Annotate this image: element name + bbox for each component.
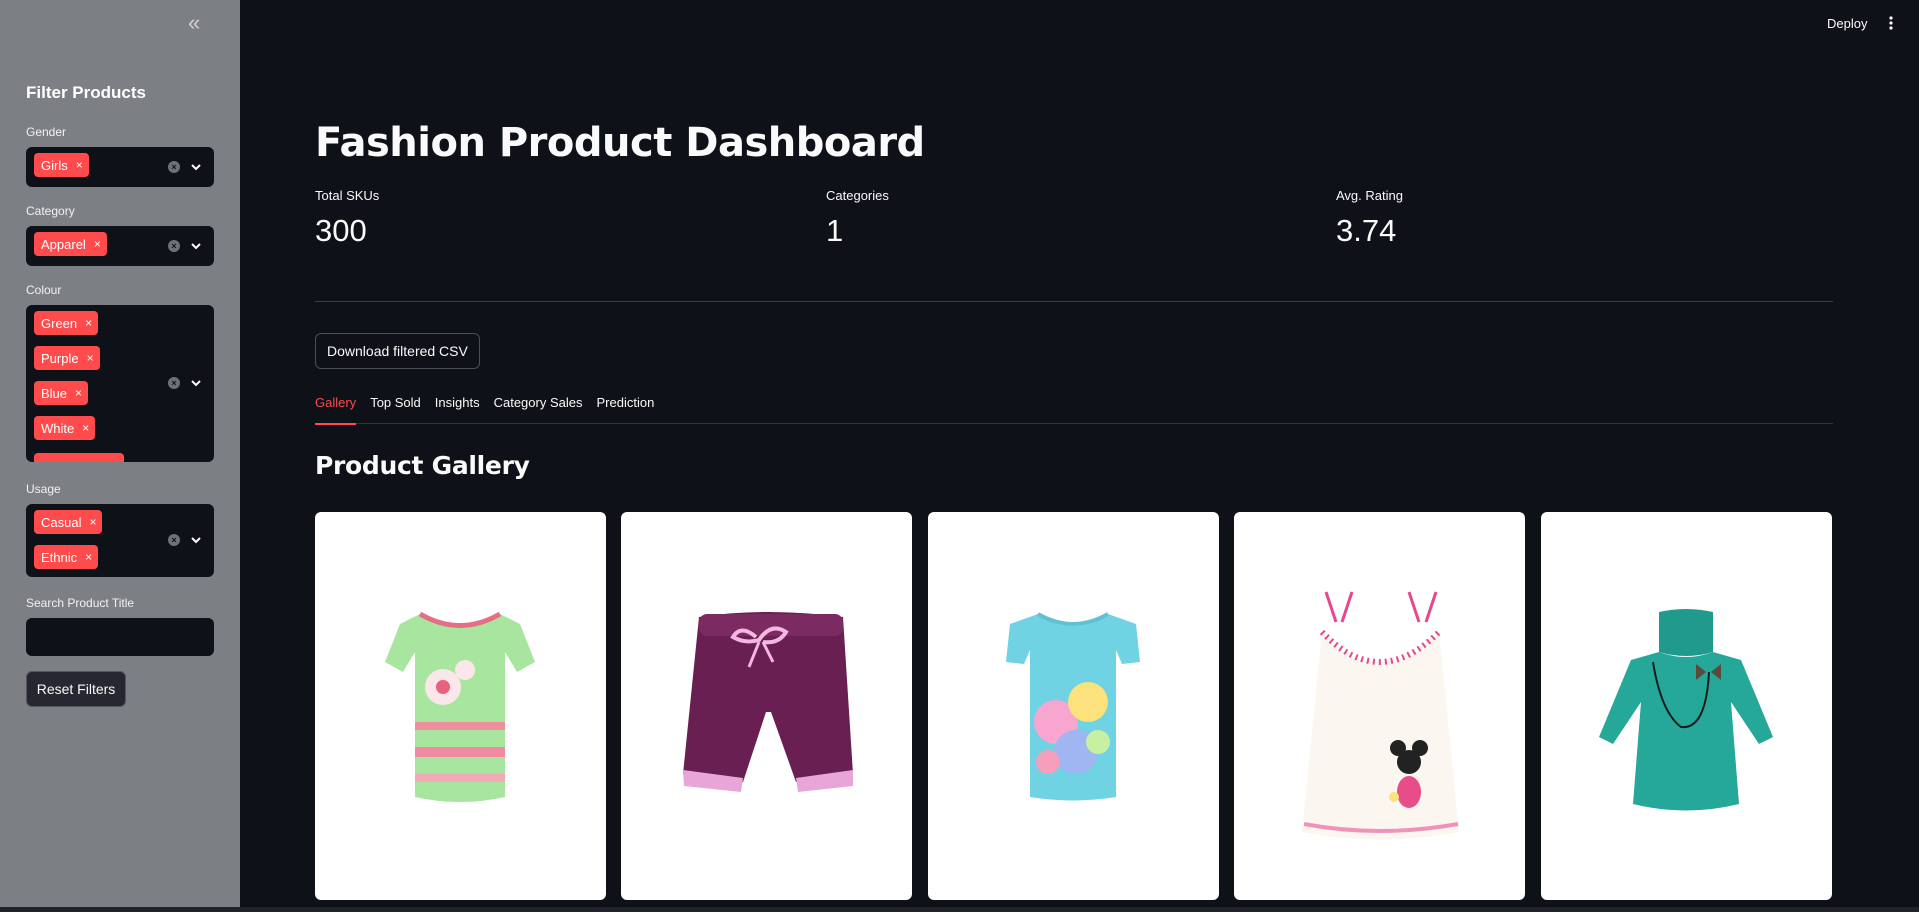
chevron-down-icon[interactable] [190, 161, 202, 173]
product-card[interactable] [621, 512, 912, 900]
chevron-down-icon[interactable] [190, 377, 202, 389]
filter-chip: Girls × [34, 153, 89, 177]
overflow-chip [34, 453, 124, 462]
clear-icon[interactable]: × [168, 161, 180, 173]
clear-icon[interactable]: × [168, 377, 180, 389]
clear-icon[interactable]: × [168, 534, 180, 546]
minnie-white-camisole-image [1302, 591, 1459, 840]
colour-select[interactable]: Green × Purple × Blue × White × × [26, 305, 214, 462]
filter-chip: Purple × [34, 346, 100, 370]
sidebar: « Filter Products Gender Girls × × Catego… [0, 0, 240, 912]
remove-chip-icon[interactable]: × [76, 158, 83, 172]
product-card[interactable] [315, 512, 606, 900]
remove-chip-icon[interactable]: × [89, 515, 96, 529]
green-floral-tshirt-image [385, 611, 535, 802]
tab-prediction[interactable]: Prediction [596, 393, 654, 424]
section-title: Product Gallery [315, 451, 530, 480]
remove-chip-icon[interactable]: × [94, 237, 101, 251]
metric-value: 3.74 [1336, 213, 1397, 248]
metric-avg-rating: Avg. Rating 3.74 [1336, 188, 1403, 249]
remove-chip-icon[interactable]: × [75, 386, 82, 400]
product-card[interactable] [1234, 512, 1525, 900]
teal-turtleneck-dress-image [1599, 609, 1773, 811]
category-label: Category [26, 204, 75, 218]
tab-category-sales[interactable]: Category Sales [494, 393, 583, 424]
colour-label: Colour [26, 283, 62, 297]
product-card[interactable] [1541, 512, 1832, 900]
chip-label: Ethnic [41, 549, 78, 565]
main-menu-icon[interactable] [1886, 15, 1896, 31]
tab-bar: Gallery Top Sold Insights Category Sales… [315, 393, 1833, 425]
category-chips: Apparel × [34, 232, 154, 256]
gender-select[interactable]: Girls × × [26, 147, 214, 187]
usage-label: Usage [26, 482, 61, 496]
chip-label: Blue [41, 385, 68, 401]
metric-label: Avg. Rating [1336, 188, 1403, 203]
usage-select[interactable]: Casual × Ethnic × × [26, 504, 214, 577]
colour-chips: Green × Purple × Blue × White × [34, 311, 154, 440]
filter-chip: Casual × [34, 510, 103, 534]
remove-chip-icon[interactable]: × [85, 550, 92, 564]
tab-gallery[interactable]: Gallery [315, 393, 357, 425]
download-csv-button[interactable]: Download filtered CSV [315, 333, 480, 369]
metric-label: Categories [826, 188, 889, 203]
metric-value: 1 [826, 213, 844, 248]
category-select[interactable]: Apparel × × [26, 226, 214, 266]
sidebar-title: Filter Products [26, 83, 146, 102]
chip-label: Green [41, 315, 78, 331]
tab-top-sold[interactable]: Top Sold [370, 393, 421, 424]
filter-chip: Apparel × [34, 232, 107, 256]
search-label: Search Product Title [26, 596, 135, 610]
gender-label: Gender [26, 125, 67, 139]
chip-label: Purple [41, 350, 79, 366]
clear-icon[interactable]: × [168, 240, 180, 252]
filter-chip: Ethnic × [34, 545, 99, 569]
gender-chips: Girls × [34, 153, 154, 177]
page-title: Fashion Product Dashboard [315, 120, 925, 166]
purple-shorts-image [683, 612, 853, 792]
product-card[interactable] [928, 512, 1219, 900]
collapse-sidebar-icon[interactable]: « [188, 12, 210, 34]
bottom-bar [0, 907, 1919, 912]
blue-printed-tshirt-image [1006, 612, 1140, 801]
chevron-down-icon[interactable] [190, 240, 202, 252]
chip-label: White [41, 420, 75, 436]
deploy-button[interactable]: Deploy [1827, 16, 1867, 31]
remove-chip-icon[interactable]: × [87, 351, 94, 365]
metric-label: Total SKUs [315, 188, 380, 203]
filter-chip: Green × [34, 311, 99, 335]
chip-label: Girls [41, 157, 68, 173]
tab-insights[interactable]: Insights [435, 393, 480, 424]
chip-label: Casual [41, 514, 82, 530]
filter-chip: Blue × [34, 381, 89, 405]
metric-value: 300 [315, 213, 367, 248]
reset-filters-button[interactable]: Reset Filters [26, 671, 126, 707]
search-input[interactable] [26, 618, 214, 656]
remove-chip-icon[interactable]: × [85, 316, 92, 330]
filter-chip: White × [34, 416, 96, 440]
remove-chip-icon[interactable]: × [82, 421, 89, 435]
usage-chips: Casual × Ethnic × [34, 510, 154, 569]
metric-total-skus: Total SKUs 300 [315, 188, 379, 249]
chevron-down-icon[interactable] [190, 534, 202, 546]
chip-label: Apparel [41, 236, 86, 252]
divider [315, 301, 1833, 302]
metric-categories: Categories 1 [826, 188, 889, 249]
